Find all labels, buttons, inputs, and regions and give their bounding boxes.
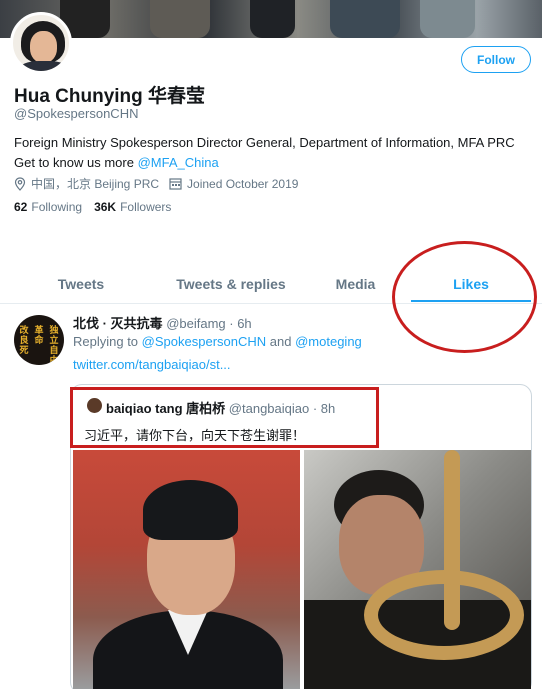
follow-button[interactable]: Follow — [461, 46, 531, 73]
quoted-photo-right[interactable] — [304, 450, 531, 689]
location-text: 中国，北京 Beijing PRC — [31, 177, 160, 191]
joined-item: Joined October 2019 — [169, 177, 298, 191]
following-link[interactable]: 62 Following — [14, 200, 82, 214]
followers-label: Followers — [120, 200, 172, 214]
location-pin-icon — [14, 176, 26, 191]
reply-mention-1[interactable]: @SpokespersonCHN — [142, 334, 266, 349]
banner-figure — [150, 0, 210, 38]
avatar-body — [19, 61, 69, 71]
quoted-photo-left[interactable] — [73, 450, 300, 689]
tweet-time[interactable]: · 6h — [229, 316, 251, 331]
followers-link[interactable]: 36K Followers — [94, 200, 171, 214]
banner-figure — [250, 0, 295, 38]
photo-figure-hair — [143, 480, 238, 540]
banner-figure — [330, 0, 400, 38]
follow-counts: 62 Following 36K Followers — [14, 200, 183, 214]
quoted-author-avatar[interactable] — [87, 398, 102, 413]
tab-tweets[interactable]: Tweets — [0, 270, 162, 303]
quoted-author-name[interactable]: baiqiao tang 唐柏桥 — [106, 401, 225, 416]
tweet-author-name[interactable]: 北伐 · 灭共抗毒 — [73, 316, 163, 331]
quoted-tweet-header: baiqiao tang 唐柏桥 @tangbaiqiao · 8h — [106, 398, 335, 417]
following-count: 62 — [14, 200, 28, 214]
calendar-icon — [169, 178, 182, 190]
avatar-glyph-column: 独立 自由 — [49, 325, 59, 365]
following-label: Following — [31, 200, 83, 214]
profile-handle: @SpokespersonCHN — [14, 106, 139, 121]
tab-tweets-replies[interactable]: Tweets & replies — [162, 270, 300, 303]
profile-bio: Foreign Ministry Spokesperson Director G… — [14, 133, 534, 173]
avatar-face — [30, 31, 57, 63]
tweet-author-handle[interactable]: @beifamg — [166, 316, 225, 331]
likes-annotation-circle — [392, 241, 537, 353]
avatar-glyph-column: 改良死 — [19, 325, 29, 355]
location-item: 中国，北京 Beijing PRC — [14, 175, 159, 192]
tweet-header: 北伐 · 灭共抗毒 @beifamg · 6h — [73, 313, 252, 332]
tweet-author-avatar[interactable]: 改良死 革命 独立 自由 — [14, 315, 64, 365]
followers-count: 36K — [94, 200, 117, 214]
banner-figure — [420, 0, 475, 38]
profile-avatar[interactable] — [10, 12, 72, 74]
quoted-tweet-text: 习近平，请你下台，向天下苍生谢罪！ — [84, 428, 306, 443]
profile-meta: 中国，北京 Beijing PRC Joined October 2019 — [14, 175, 308, 192]
profile-banner — [0, 0, 542, 38]
noose-shape — [364, 570, 524, 660]
reply-mention-2[interactable]: @moteging — [295, 334, 362, 349]
avatar-glyph-column: 革命 — [34, 325, 44, 345]
joined-text: Joined October 2019 — [187, 176, 299, 191]
tweet-link[interactable]: twitter.com/tangbaiqiao/st... — [73, 357, 231, 372]
tweet-reply-context: Replying to @SpokespersonCHN and @motegi… — [73, 334, 362, 349]
bio-mention-link[interactable]: @MFA_China — [138, 155, 219, 170]
quoted-author-handle[interactable]: @tangbaiqiao — [229, 401, 309, 416]
bio-text: Foreign Ministry Spokesperson Director G… — [14, 135, 515, 170]
reply-and: and — [269, 334, 292, 349]
profile-name: Hua Chunying 华春莹 — [14, 86, 206, 107]
reply-prefix: Replying to — [73, 334, 139, 349]
quoted-tweet-time: · 8h — [312, 401, 336, 416]
